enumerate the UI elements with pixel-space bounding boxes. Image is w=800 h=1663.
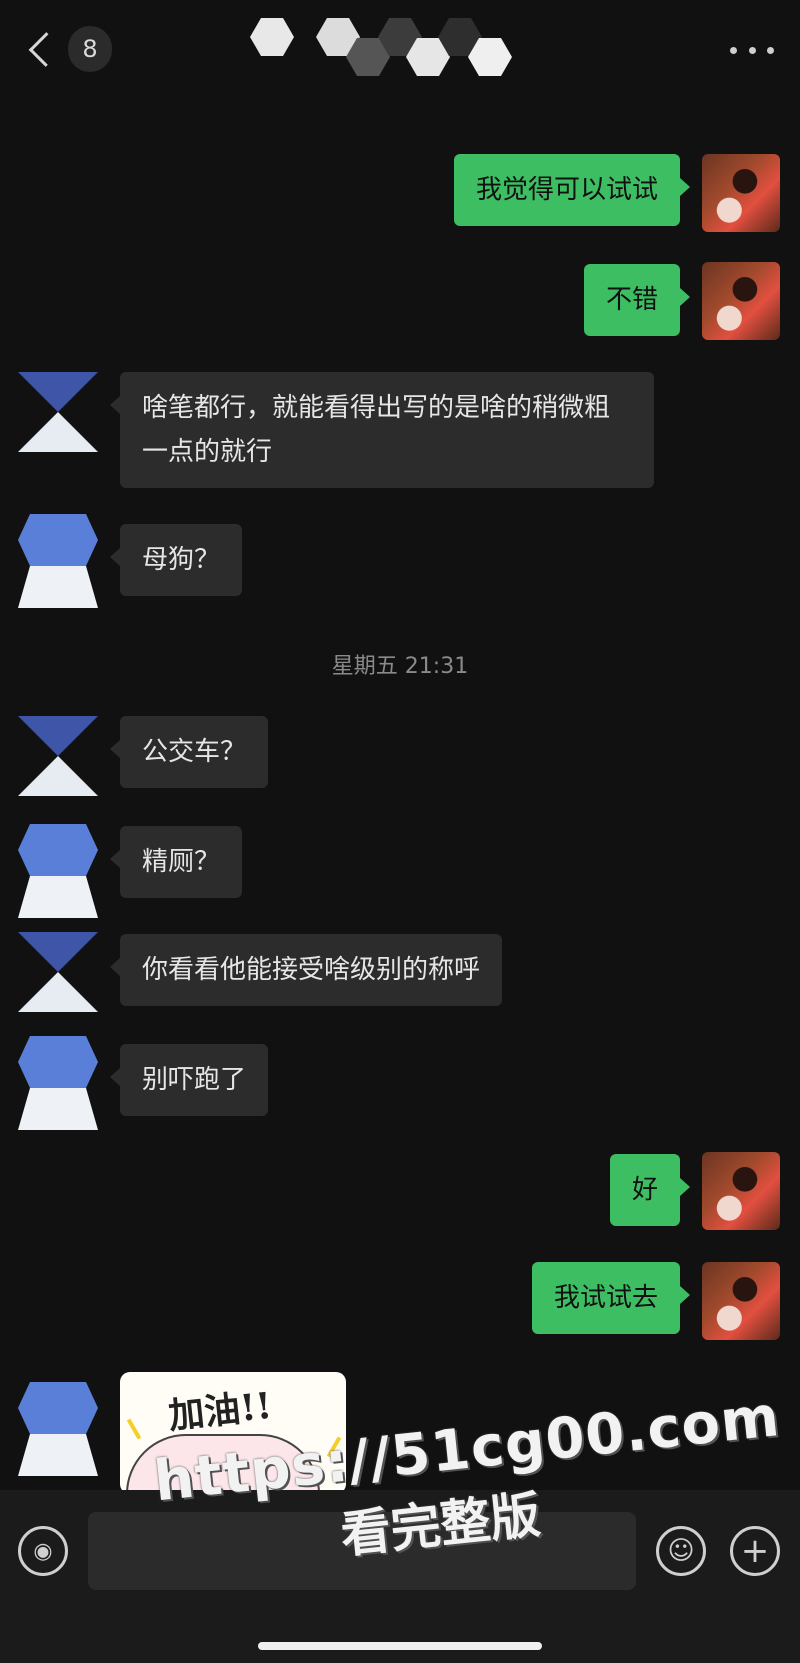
dot-icon	[748, 46, 756, 54]
contact-avatar[interactable]	[18, 1382, 98, 1476]
sticker-caption: 加油!!	[166, 1384, 274, 1438]
dot-icon	[767, 46, 774, 54]
message-bubble-outgoing[interactable]: 好	[609, 1154, 691, 1226]
plus-icon[interactable]: +	[730, 1526, 780, 1576]
unread-count-badge: 8	[68, 26, 112, 72]
contact-avatar[interactable]	[18, 716, 98, 796]
contact-avatar[interactable]	[18, 932, 98, 1012]
chat-title-mosaic	[250, 18, 550, 88]
message-bubble-incoming[interactable]: 母狗？	[109, 524, 243, 596]
chat-header: 8	[0, 0, 800, 96]
more-options-button[interactable]	[730, 30, 774, 70]
contact-avatar[interactable]	[18, 514, 98, 608]
chevron-left-icon	[28, 31, 64, 67]
message-timestamp: 星期五 21:31	[331, 654, 469, 679]
self-avatar[interactable]	[702, 154, 780, 232]
message-bubble-incoming[interactable]: 啥笔都行，就能看得出写的是啥的稍微粗一点的就行	[110, 372, 654, 488]
chat-screen: 8 我觉得可以试试 不错 啥笔都行，就能看得出写的是啥的稍微粗一点的就行 母狗？…	[0, 0, 800, 1663]
self-avatar[interactable]	[702, 1262, 780, 1340]
message-bubble-incoming[interactable]: 公交车？	[109, 716, 269, 788]
dot-icon	[730, 46, 737, 54]
message-bubble-outgoing[interactable]: 我试试去	[531, 1262, 691, 1334]
contact-avatar[interactable]	[18, 824, 98, 918]
contact-avatar[interactable]	[18, 372, 98, 452]
self-avatar[interactable]	[702, 1152, 780, 1230]
message-bubble-incoming[interactable]: 你看看他能接受啥级别的称呼	[109, 934, 503, 1006]
voice-icon[interactable]: ◉	[18, 1526, 68, 1576]
home-indicator[interactable]	[258, 1642, 542, 1650]
back-button[interactable]: 8	[22, 26, 112, 72]
message-bubble-outgoing[interactable]: 不错	[583, 264, 691, 336]
sparkle-icon	[126, 1418, 142, 1440]
contact-avatar[interactable]	[18, 1036, 98, 1130]
message-bubble-incoming[interactable]: 精厕？	[109, 826, 243, 898]
self-avatar[interactable]	[702, 262, 780, 340]
message-bubble-outgoing[interactable]: 我觉得可以试试	[453, 154, 691, 226]
message-bubble-incoming[interactable]: 别吓跑了	[109, 1044, 269, 1116]
